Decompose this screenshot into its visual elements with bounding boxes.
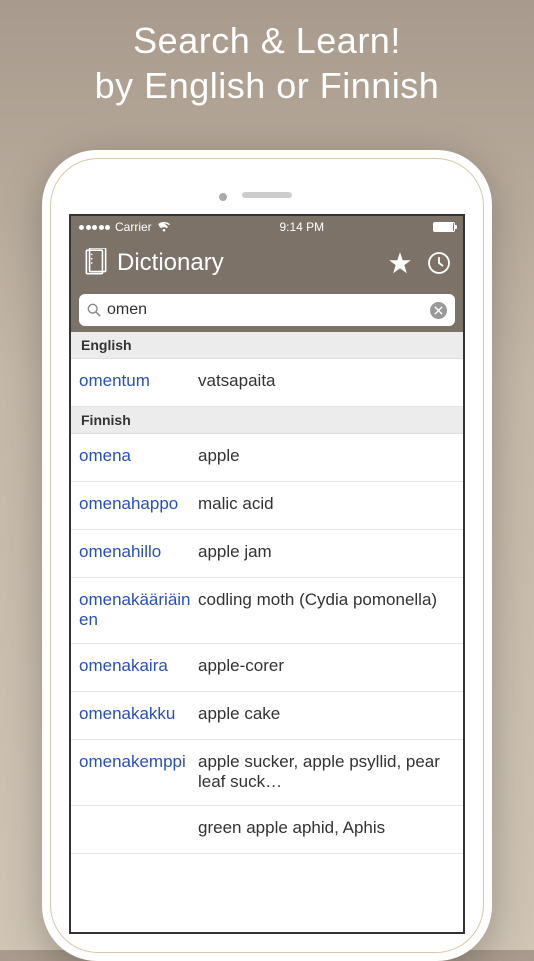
list-item[interactable]: omentumvatsapaita (71, 359, 463, 407)
search-icon (87, 303, 101, 317)
section-header: English (71, 332, 463, 359)
list-item[interactable]: green apple aphid, Aphis (71, 806, 463, 854)
term-label: omenahillo (79, 542, 194, 562)
list-item[interactable]: omenahilloapple jam (71, 530, 463, 578)
definition-label: apple sucker, apple psyllid, pear leaf s… (194, 752, 455, 793)
nav-bar: Dictionary (71, 238, 463, 288)
definition-label: apple cake (194, 704, 455, 724)
term-label: omenahappo (79, 494, 194, 514)
phone-speaker (242, 192, 292, 198)
phone-camera (219, 193, 227, 201)
star-icon[interactable] (387, 250, 413, 276)
term-label: omenakääriäinen (79, 590, 194, 631)
results-list[interactable]: EnglishomentumvatsapaitaFinnishomenaappl… (71, 332, 463, 854)
definition-label: green apple aphid, Aphis (194, 818, 455, 838)
definition-label: apple-corer (194, 656, 455, 676)
list-item[interactable]: omenakemppiapple sucker, apple psyllid, … (71, 740, 463, 806)
clock-icon[interactable] (427, 251, 451, 275)
clock-label: 9:14 PM (279, 220, 324, 234)
term-label: omenakakku (79, 704, 194, 724)
definition-label: apple jam (194, 542, 455, 562)
list-item[interactable]: omenaapple (71, 434, 463, 482)
status-bar: Carrier 9:14 PM (71, 216, 463, 238)
battery-icon (433, 222, 455, 232)
promo-line1: Search & Learn! (0, 18, 534, 63)
list-item[interactable]: omenakairaapple-corer (71, 644, 463, 692)
wifi-icon (157, 222, 171, 232)
screen: Carrier 9:14 PM Dictionary (69, 214, 465, 934)
list-item[interactable]: omenakakkuapple cake (71, 692, 463, 740)
carrier-label: Carrier (115, 220, 152, 234)
section-header: Finnish (71, 407, 463, 434)
signal-icon (79, 225, 110, 230)
clear-icon[interactable] (430, 302, 447, 319)
term-label: omenakaira (79, 656, 194, 676)
search-input[interactable] (107, 301, 430, 319)
term-label: omenakemppi (79, 752, 194, 772)
phone-frame: Carrier 9:14 PM Dictionary (42, 150, 492, 961)
definition-label: malic acid (194, 494, 455, 514)
definition-label: codling moth (Cydia pomonella) (194, 590, 455, 610)
search-bar (71, 288, 463, 332)
term-label: omena (79, 446, 194, 466)
list-item[interactable]: omenakääriäinencodling moth (Cydia pomon… (71, 578, 463, 644)
promo-line2: by English or Finnish (0, 63, 534, 108)
book-icon (83, 248, 109, 278)
definition-label: vatsapaita (194, 371, 455, 391)
promo-title: Search & Learn! by English or Finnish (0, 0, 534, 108)
term-label: omentum (79, 371, 194, 391)
list-item[interactable]: omenahappomalic acid (71, 482, 463, 530)
nav-title: Dictionary (117, 249, 387, 277)
search-field[interactable] (79, 294, 455, 326)
definition-label: apple (194, 446, 455, 466)
